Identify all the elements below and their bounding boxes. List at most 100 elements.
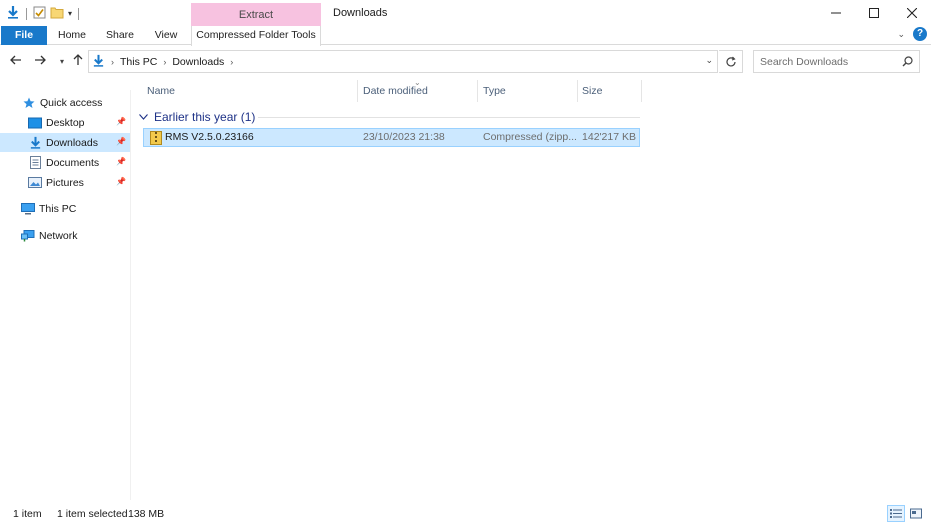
tab-file[interactable]: File bbox=[1, 26, 47, 45]
group-header[interactable]: Earlier this year (1) bbox=[139, 108, 255, 126]
download-arrow-icon[interactable] bbox=[6, 5, 20, 22]
large-icons-view-button[interactable] bbox=[907, 505, 925, 522]
customize-toolbar-icon[interactable]: ▾ bbox=[68, 9, 72, 18]
breadcrumb-separator-icon: › bbox=[111, 56, 114, 67]
properties-icon[interactable] bbox=[33, 6, 46, 22]
breadcrumb-separator-icon[interactable]: › bbox=[230, 57, 233, 67]
sidebar-item-label: Quick access bbox=[40, 96, 103, 109]
refresh-button[interactable] bbox=[719, 50, 743, 73]
column-header-name[interactable]: Name bbox=[147, 80, 357, 102]
maximize-button[interactable] bbox=[855, 0, 893, 26]
tab-view[interactable]: View bbox=[148, 26, 184, 45]
column-divider[interactable] bbox=[577, 80, 578, 102]
recent-locations-button[interactable]: ▾ bbox=[54, 54, 70, 70]
column-divider[interactable] bbox=[477, 80, 478, 102]
chevron-down-icon: ▾ bbox=[59, 57, 64, 66]
large-icons-view-icon bbox=[910, 508, 922, 519]
minimize-button[interactable] bbox=[817, 0, 855, 26]
network-icon bbox=[21, 229, 35, 243]
tab-share[interactable]: Share bbox=[101, 26, 139, 45]
desktop-folder-icon bbox=[28, 116, 42, 130]
sidebar-item-quick-access[interactable]: Quick access bbox=[0, 93, 130, 112]
file-name: RMS V2.5.0.23166 bbox=[165, 131, 254, 143]
table-row[interactable]: RMS V2.5.0.23166 23/10/2023 21:38 Compre… bbox=[143, 128, 640, 147]
sidebar-item-network[interactable]: Network bbox=[0, 226, 130, 245]
sidebar-item-label: Downloads bbox=[46, 136, 98, 149]
address-dropdown-icon[interactable]: ⌄ bbox=[705, 55, 713, 66]
address-bar[interactable]: › This PC › Downloads › ⌄ bbox=[88, 50, 718, 73]
navigation-bar: ▾ › This PC › Downloads › ⌄ bbox=[0, 48, 931, 76]
pictures-icon bbox=[28, 176, 42, 190]
window-controls bbox=[817, 0, 931, 26]
sidebar-item-downloads[interactable]: Downloads 📌 bbox=[0, 133, 130, 152]
column-header-size[interactable]: Size bbox=[582, 80, 640, 102]
pin-icon[interactable]: 📌 bbox=[116, 157, 126, 166]
column-header-date-modified[interactable]: Date modified bbox=[363, 80, 475, 102]
window-title: Downloads bbox=[333, 7, 388, 19]
navigation-pane: Quick access Desktop 📌 Downloads 📌 Docum… bbox=[0, 90, 131, 500]
toolbar-divider bbox=[26, 7, 27, 20]
refresh-icon bbox=[725, 56, 736, 66]
details-view-button[interactable] bbox=[887, 505, 905, 522]
sidebar-item-documents[interactable]: Documents 📌 bbox=[0, 153, 130, 172]
breadcrumb-separator-icon: › bbox=[163, 56, 167, 67]
toolbar-divider bbox=[78, 7, 80, 20]
view-switcher bbox=[887, 505, 925, 522]
search-box[interactable] bbox=[753, 50, 920, 73]
download-arrow-icon bbox=[92, 54, 105, 70]
documents-icon bbox=[28, 156, 42, 170]
status-selected-count: 1 item selected bbox=[57, 508, 128, 520]
minimize-icon bbox=[831, 12, 841, 14]
details-view-icon bbox=[890, 509, 902, 518]
up-button[interactable] bbox=[70, 54, 86, 70]
breadcrumb-this-pc[interactable]: This PC bbox=[120, 56, 157, 68]
maximize-icon bbox=[869, 8, 879, 18]
tab-home[interactable]: Home bbox=[52, 26, 92, 45]
file-size: 142'217 KB bbox=[582, 131, 636, 143]
back-button[interactable] bbox=[8, 54, 24, 70]
search-icon[interactable] bbox=[902, 56, 913, 70]
sidebar-item-label: This PC bbox=[39, 202, 77, 215]
pin-icon[interactable]: 📌 bbox=[116, 137, 126, 146]
column-divider[interactable] bbox=[641, 80, 642, 102]
breadcrumb-downloads[interactable]: Downloads bbox=[172, 56, 224, 68]
quick-access-toolbar: ▾ bbox=[6, 5, 81, 22]
status-selected-size: 138 MB bbox=[128, 508, 165, 520]
tab-compressed-folder-tools[interactable]: Compressed Folder Tools bbox=[191, 26, 321, 46]
close-button[interactable] bbox=[893, 0, 931, 26]
help-icon[interactable]: ? bbox=[913, 27, 927, 41]
extract-context-header: Extract bbox=[191, 3, 321, 26]
group-label: Earlier this year (1) bbox=[154, 110, 256, 124]
status-bar: 1 item 1 item selected 138 MB bbox=[0, 503, 931, 524]
status-item-count: 1 item bbox=[13, 508, 42, 520]
group-divider bbox=[258, 117, 640, 118]
title-bar: ▾ Extract Downloads bbox=[0, 0, 931, 26]
column-header-type[interactable]: Type bbox=[483, 80, 575, 102]
sidebar-item-label: Desktop bbox=[46, 116, 85, 129]
pin-icon[interactable]: 📌 bbox=[116, 117, 126, 126]
back-arrow-icon bbox=[10, 55, 21, 65]
ribbon-right-controls: ⌄ ? bbox=[897, 27, 927, 41]
sidebar-item-pictures[interactable]: Pictures 📌 bbox=[0, 173, 130, 192]
column-divider[interactable] bbox=[357, 80, 358, 102]
new-folder-icon[interactable] bbox=[50, 6, 64, 22]
file-date-modified: 23/10/2023 21:38 bbox=[363, 131, 445, 143]
star-icon bbox=[22, 96, 36, 110]
sidebar-item-label: Pictures bbox=[46, 176, 84, 189]
search-input[interactable] bbox=[760, 55, 900, 68]
sidebar-item-label: Network bbox=[39, 229, 78, 242]
up-arrow-icon bbox=[73, 54, 83, 65]
forward-button[interactable] bbox=[32, 54, 48, 70]
zip-folder-icon bbox=[150, 131, 162, 145]
pin-icon[interactable]: 📌 bbox=[116, 177, 126, 186]
expand-ribbon-icon[interactable]: ⌄ bbox=[897, 29, 905, 40]
close-icon bbox=[907, 8, 917, 18]
computer-icon bbox=[21, 202, 35, 216]
forward-arrow-icon bbox=[35, 55, 46, 65]
file-type: Compressed (zipp... bbox=[483, 131, 577, 143]
sidebar-item-desktop[interactable]: Desktop 📌 bbox=[0, 113, 130, 132]
ribbon-tab-bar: File Home Share View Compressed Folder T… bbox=[0, 26, 931, 46]
chevron-down-icon bbox=[139, 112, 148, 123]
sidebar-item-label: Documents bbox=[46, 156, 100, 169]
sidebar-item-this-pc[interactable]: This PC bbox=[0, 199, 130, 218]
